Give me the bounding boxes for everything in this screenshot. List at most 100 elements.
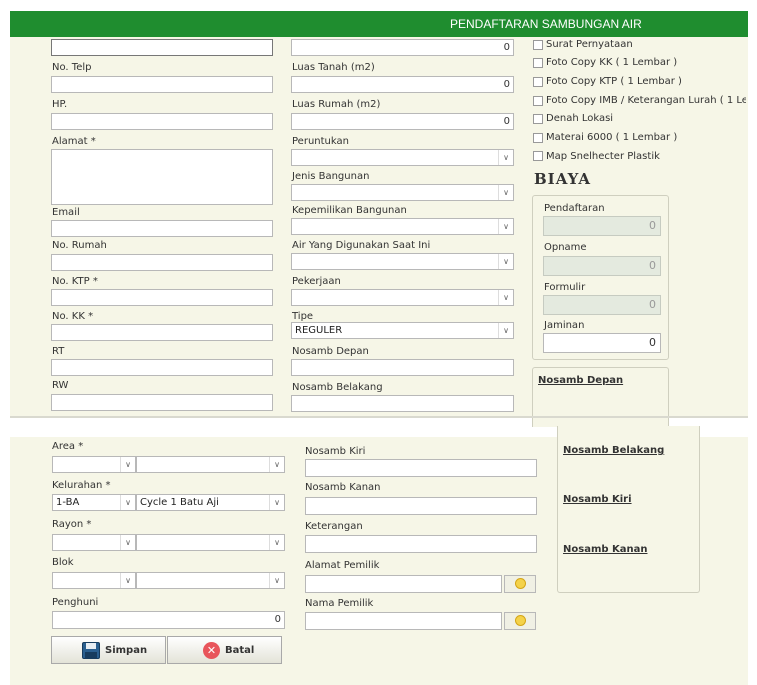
opname-field: 0 <box>543 256 661 276</box>
pekerjaan-label: Pekerjaan <box>292 276 341 287</box>
kepemilikan-select[interactable]: ∨ <box>291 218 514 235</box>
nosamb-belakang-field[interactable] <box>291 395 514 412</box>
checkbox-surat-pernyataan[interactable] <box>533 40 543 50</box>
checklist-label: Denah Lokasi <box>546 113 614 124</box>
rt-label: RT <box>52 346 65 357</box>
rw-field[interactable] <box>51 394 273 411</box>
alamat-textarea[interactable] <box>51 149 273 205</box>
penghuni-field[interactable]: 0 <box>52 611 285 629</box>
nosamb-kanan-field[interactable] <box>305 497 537 515</box>
nama-pemilik-lookup-button[interactable] <box>504 612 536 630</box>
cancel-icon: ✕ <box>203 642 220 659</box>
luas-rumah-label: Luas Rumah (m2) <box>292 99 381 110</box>
chevron-down-icon: ∨ <box>498 254 513 269</box>
hp-field[interactable] <box>51 113 273 130</box>
keterangan-field[interactable] <box>305 535 537 553</box>
checkbox-foto-copy-ktp[interactable] <box>533 77 543 87</box>
rayon-label: Rayon * <box>52 519 92 530</box>
checkbox-foto-copy-imb[interactable] <box>533 96 543 106</box>
checklist-label: Foto Copy KTP ( 1 Lembar ) <box>546 76 682 87</box>
alamat-pemilik-label: Alamat Pemilik <box>305 560 380 571</box>
checklist-label: Materai 6000 ( 1 Lembar ) <box>546 132 678 143</box>
alamat-label: Alamat * <box>52 136 96 147</box>
side-link-nosamb-depan[interactable]: Nosamb Depan <box>538 375 623 386</box>
rw-label: RW <box>52 380 69 391</box>
formulir-label: Formulir <box>544 282 586 293</box>
no-rumah-label: No. Rumah <box>52 240 107 251</box>
blok-name-select[interactable]: ∨ <box>136 572 285 589</box>
simpan-button[interactable]: Simpan <box>51 636 166 664</box>
page-header: PENDAFTARAN SAMBUNGAN AIR <box>10 11 748 37</box>
alamat-pemilik-field[interactable] <box>305 575 502 593</box>
luas-tanah-field[interactable]: 0 <box>291 76 514 93</box>
nosamb-kiri-label: Nosamb Kiri <box>305 446 366 457</box>
side-link-nosamb-kiri[interactable]: Nosamb Kiri <box>563 494 632 505</box>
blok-label: Blok <box>52 557 74 568</box>
rayon-name-select[interactable]: ∨ <box>136 534 285 551</box>
checklist-label: Map Snelhecter Plastik <box>546 151 660 162</box>
jenis-bangunan-label: Jenis Bangunan <box>292 171 370 182</box>
nama-pemilik-label: Nama Pemilik <box>305 598 374 609</box>
alamat-pemilik-lookup-button[interactable] <box>504 575 536 593</box>
pekerjaan-select[interactable]: ∨ <box>291 289 514 306</box>
luas-rumah-field[interactable]: 0 <box>291 113 514 130</box>
nosamb-depan-label: Nosamb Depan <box>292 346 369 357</box>
checklist-label: Foto Copy KK ( 1 Lembar ) <box>546 57 678 68</box>
batal-label: Batal <box>225 645 255 656</box>
area-name-select[interactable]: ∨ <box>136 456 285 473</box>
kelurahan-name-select[interactable]: Cycle 1 Batu Aji ∨ <box>136 494 285 511</box>
nosamb-kanan-label: Nosamb Kanan <box>305 482 381 493</box>
no-kk-field[interactable] <box>51 324 273 341</box>
side-link-nosamb-kanan[interactable]: Nosamb Kanan <box>563 544 647 555</box>
name-field[interactable] <box>51 39 273 56</box>
area-label: Area * <box>52 441 84 452</box>
chevron-down-icon: ∨ <box>498 185 513 200</box>
jaminan-field[interactable]: 0 <box>543 333 661 353</box>
hp-label: HP. <box>52 99 68 110</box>
air-select[interactable]: ∨ <box>291 253 514 270</box>
kelurahan-label: Kelurahan * <box>52 480 111 491</box>
rayon-code-select[interactable]: ∨ <box>52 534 136 551</box>
batal-button[interactable]: ✕ Batal <box>167 636 282 664</box>
chevron-down-icon: ∨ <box>269 573 284 588</box>
kepemilikan-label: Kepemilikan Bangunan <box>292 205 407 216</box>
chevron-down-icon: ∨ <box>269 495 284 510</box>
no-ktp-label: No. KTP * <box>52 276 98 287</box>
penghuni-label: Penghuni <box>52 597 99 608</box>
section-divider <box>10 416 748 418</box>
chevron-down-icon: ∨ <box>498 323 513 338</box>
kelurahan-name-value: Cycle 1 Batu Aji <box>140 497 219 508</box>
lookup-icon <box>515 615 526 626</box>
email-label: Email <box>52 207 80 218</box>
kelurahan-code-select[interactable]: 1-BA ∨ <box>52 494 136 511</box>
email-field[interactable] <box>51 220 273 237</box>
pendaftaran-label: Pendaftaran <box>544 203 605 214</box>
top-number-field[interactable]: 0 <box>291 39 514 56</box>
nosamb-depan-field[interactable] <box>291 359 514 376</box>
kelurahan-code-value: 1-BA <box>56 497 80 508</box>
blok-code-select[interactable]: ∨ <box>52 572 136 589</box>
nosamb-belakang-label: Nosamb Belakang <box>292 382 383 393</box>
jenis-bangunan-select[interactable]: ∨ <box>291 184 514 201</box>
biaya-title: BIAYA <box>534 170 591 188</box>
no-rumah-field[interactable] <box>51 254 273 271</box>
chevron-down-icon: ∨ <box>498 150 513 165</box>
nama-pemilik-field[interactable] <box>305 612 502 630</box>
side-link-nosamb-belakang[interactable]: Nosamb Belakang <box>563 445 664 456</box>
jaminan-label: Jaminan <box>544 320 585 331</box>
tipe-select[interactable]: REGULER ∨ <box>291 322 514 339</box>
no-telp-field[interactable] <box>51 76 273 93</box>
peruntukan-label: Peruntukan <box>292 136 349 147</box>
checkbox-foto-copy-kk[interactable] <box>533 58 543 68</box>
rt-field[interactable] <box>51 359 273 376</box>
pendaftaran-field: 0 <box>543 216 661 236</box>
area-code-select[interactable]: ∨ <box>52 456 136 473</box>
nosamb-kiri-field[interactable] <box>305 459 537 477</box>
checkbox-map-snelhecter[interactable] <box>533 151 543 161</box>
no-ktp-field[interactable] <box>51 289 273 306</box>
checkbox-denah-lokasi[interactable] <box>533 114 543 124</box>
checkbox-materai[interactable] <box>533 133 543 143</box>
peruntukan-select[interactable]: ∨ <box>291 149 514 166</box>
chevron-down-icon: ∨ <box>269 535 284 550</box>
formulir-field: 0 <box>543 295 661 315</box>
